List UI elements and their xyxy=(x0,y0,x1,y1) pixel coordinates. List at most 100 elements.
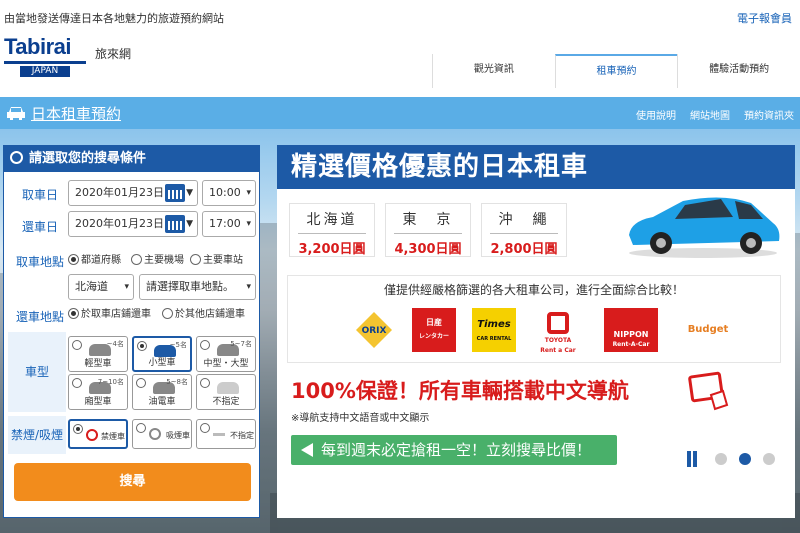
sitemap-link[interactable]: 網站地圖 xyxy=(690,107,730,122)
times-logo: Times CAR RENTAL xyxy=(472,308,516,352)
page-title[interactable]: 日本租車預約 xyxy=(31,103,121,124)
brand-name: TOYOTA xyxy=(544,337,572,344)
radio-airport[interactable]: 主要機場 xyxy=(131,254,184,268)
dropoff-time-value: 17:00 xyxy=(209,217,241,230)
brand-sub: Rent a Car xyxy=(540,347,576,354)
smoking-option-label: 禁煙車 xyxy=(101,432,125,441)
navigation-device-icon xyxy=(688,371,729,411)
capacity: 5~7名 xyxy=(230,340,252,348)
pickup-place-placeholder: 請選擇取車地點。 xyxy=(146,280,234,293)
promo-banner[interactable]: 精選價格優惠的日本租車 北海道 3,200日圓 東 京 4,300日圓 沖 繩 … xyxy=(277,145,795,518)
search-button[interactable]: 搜尋 xyxy=(14,463,251,501)
city-price-tokyo: 東 京 4,300日圓 xyxy=(385,203,471,257)
chevron-updown-icon: ▾ xyxy=(246,219,251,229)
logo-bar xyxy=(4,61,86,64)
radio-dot xyxy=(131,254,142,265)
subheader-bar: 日本租車預約 使用說明 網站地圖 預約資訊夾 xyxy=(0,97,800,129)
return-location-label: 還車地點 xyxy=(15,310,64,324)
orix-logo: ORIX xyxy=(352,308,396,352)
slide-dot-1[interactable] xyxy=(715,453,727,465)
radio-return-same[interactable]: 於取車店鋪還車 xyxy=(68,308,151,322)
brand-name: NIPPON xyxy=(613,330,649,339)
radio-prefecture[interactable]: 都道府縣 xyxy=(68,254,121,268)
pickup-place-select[interactable]: 請選擇取車地點。 ▾ xyxy=(139,274,256,300)
prefecture-value: 北海道 xyxy=(75,280,108,293)
help-link[interactable]: 使用說明 xyxy=(636,107,676,122)
radio-label: 都道府縣 xyxy=(81,255,121,266)
car-type-midsize[interactable]: 5~7名中型・大型 xyxy=(196,336,256,372)
car-type-hybrid[interactable]: 5~8名 油電車 xyxy=(132,374,192,410)
promo-headline: 100%保證！所有車輛搭載中文導航 xyxy=(291,379,629,403)
compare-text: 僅提供經嚴格篩選的各大租車公司，進行全面綜合比較！ xyxy=(383,283,684,297)
smoking-nonsmoking[interactable]: 禁煙車 xyxy=(68,419,128,449)
chevron-updown-icon: ▾ xyxy=(246,282,251,292)
slider-controls xyxy=(681,443,783,475)
nissan-rent-logo: 日産 レンタカー xyxy=(412,308,456,352)
car-icon xyxy=(7,107,25,120)
radio-dot xyxy=(68,254,79,265)
smoking-label: 禁煙/吸煙 xyxy=(8,416,66,454)
city-name: 北海道 xyxy=(306,212,358,228)
city-price-okinawa: 沖 繩 2,800日圓 xyxy=(481,203,567,257)
dropoff-time-select[interactable]: 17:00 ▾ xyxy=(202,211,256,237)
city-price: 3,200日圓 xyxy=(298,242,366,257)
slide-dot-3[interactable] xyxy=(763,453,775,465)
smoking-smoking[interactable]: 吸煙車 xyxy=(132,419,192,449)
car-type-kei[interactable]: ~4名 輕型車 xyxy=(68,336,128,372)
utility-links: 使用說明 網站地圖 預約資訊夾 xyxy=(636,107,794,122)
top-nav: 觀光資訊 租車預約 體驗活動預約 xyxy=(432,54,800,88)
radio-label: 於取車店鋪還車 xyxy=(81,309,151,320)
weekend-cta-button[interactable]: 每到週末必定搶租一空！立刻搜尋比價！ xyxy=(291,435,617,465)
cigarette-icon xyxy=(213,433,225,436)
site-logo[interactable]: Tabirai JAPAN xyxy=(4,34,86,77)
capacity: ~5名 xyxy=(169,341,187,349)
capacity: 5~8名 xyxy=(166,378,188,386)
banner-headline: 精選價格優惠的日本租車 xyxy=(277,145,795,189)
pickup-time-select[interactable]: 10:00 ▾ xyxy=(202,180,256,206)
car-outline-icon xyxy=(217,382,239,394)
calendar-icon[interactable] xyxy=(165,215,185,233)
radio-station[interactable]: 主要車站 xyxy=(190,254,243,268)
car-type-name: 中型・大型 xyxy=(203,359,249,369)
site-tagline: 由當地發送傳達日本各地魅力的旅遊預約網站 xyxy=(4,12,224,25)
pickup-label: 取車日 xyxy=(21,188,58,202)
budget-logo: Budget xyxy=(680,308,736,352)
smoking-any[interactable]: 不指定 xyxy=(196,419,256,449)
tab-car-rental[interactable]: 租車預約 xyxy=(554,54,678,88)
radio-dot xyxy=(190,254,201,265)
site-name-cn: 旅來網 xyxy=(95,47,132,61)
car-type-van[interactable]: 7~10名 廂型車 xyxy=(68,374,128,410)
search-icon xyxy=(10,151,23,164)
city-name: 東 京 xyxy=(402,212,454,228)
pickup-location-label: 取車地點 xyxy=(15,255,64,269)
slide-dot-2[interactable] xyxy=(739,453,751,465)
car-type-any[interactable]: 不指定 xyxy=(196,374,256,410)
tab-sightseeing[interactable]: 觀光資訊 xyxy=(432,54,555,88)
chevron-updown-icon: ▾ xyxy=(124,282,129,292)
brand-sub: CAR RENTAL xyxy=(476,336,512,342)
capacity: ~4名 xyxy=(106,340,124,348)
pickup-date-field[interactable]: 2020年01月23日 ▼ xyxy=(68,180,198,206)
navigation-note: ※導航支持中文語音或中文顯示 xyxy=(291,413,430,424)
chevron-down-icon: ▼ xyxy=(186,188,193,198)
bookmarks-link[interactable]: 預約資訊夾 xyxy=(744,107,794,122)
calendar-icon[interactable] xyxy=(165,184,185,202)
brand-sub: レンタカー xyxy=(418,333,449,340)
logo-text: Tabirai xyxy=(4,34,72,59)
radio-return-other[interactable]: 於其他店鋪還車 xyxy=(162,308,245,322)
dropoff-date-field[interactable]: 2020年01月23日 ▼ xyxy=(68,211,198,237)
enews-member-link[interactable]: 電子報會員 xyxy=(737,10,792,26)
no-smoking-icon xyxy=(86,429,98,441)
pickup-date-value: 2020年01月23日 xyxy=(75,186,164,199)
car-type-compact[interactable]: ~5名小型車 xyxy=(132,336,192,372)
pause-icon[interactable] xyxy=(687,451,697,467)
tab-activities[interactable]: 體驗活動預約 xyxy=(677,54,800,88)
city-price: 2,800日圓 xyxy=(490,242,558,257)
chevron-down-icon: ▼ xyxy=(186,219,193,229)
nippon-rent-logo: NIPPON Rent-A-Car xyxy=(604,308,658,352)
search-heading: 請選取您的搜尋條件 xyxy=(29,151,147,166)
city-price-hokkaido: 北海道 3,200日圓 xyxy=(289,203,375,257)
car-type-name: 小型車 xyxy=(148,358,176,368)
prefecture-select[interactable]: 北海道 ▾ xyxy=(68,274,134,300)
search-panel: 請選取您的搜尋條件 取車日 2020年01月23日 ▼ 10:00 ▾ 還車日 … xyxy=(3,145,260,518)
